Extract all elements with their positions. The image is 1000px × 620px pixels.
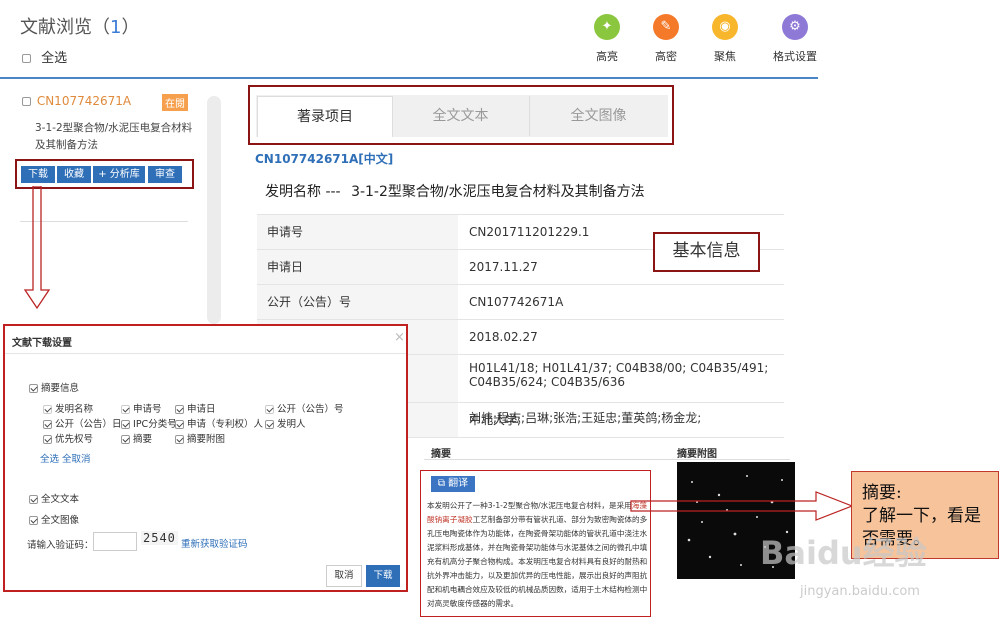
dialog-title: 文献下载设置: [12, 338, 72, 349]
table-row: 公开（公告）号 CN107742671A: [257, 285, 784, 320]
basic-info-note: 基本信息: [653, 232, 760, 272]
result-checkbox[interactable]: [22, 97, 31, 106]
abstract-text: 本发明公开了一种3-1-2型聚合物/水泥压电复合材料，是采用海藻酸钠离子凝胶工艺…: [427, 501, 648, 608]
cancel-button[interactable]: 取消: [326, 565, 362, 587]
deselect-all-link[interactable]: 全取消: [62, 451, 91, 465]
edit-icon: ✎: [653, 14, 679, 40]
status-badge: 在閱: [162, 94, 188, 111]
divider: [424, 459, 790, 460]
divider: [5, 353, 406, 354]
dialog-download-button[interactable]: 下载: [366, 565, 400, 587]
watermark-brand: Baidu经验: [760, 534, 927, 572]
review-button[interactable]: 审查: [148, 166, 182, 183]
add-analysis-button[interactable]: + 分析库: [93, 166, 145, 183]
option-application-date[interactable]: 申请日: [175, 401, 216, 415]
dense-tool[interactable]: ✎ 高密: [636, 14, 696, 64]
invention-title: 发明名称 --- 3-1-2型聚合物/水泥压电复合材料及其制备方法: [265, 184, 645, 200]
focus-tool[interactable]: ◉ 聚焦: [695, 14, 755, 64]
option-invention-name[interactable]: 发明名称: [43, 401, 93, 415]
captcha-input[interactable]: [93, 532, 137, 551]
page-title: 文献浏览（1）: [20, 17, 140, 38]
document-id: CN107742671A[中文]: [255, 152, 394, 166]
download-settings-dialog: 文献下载设置 × 摘要信息 发明名称 申请号 申请日 公开（公告）号 公开（公告…: [3, 324, 408, 592]
captcha-image: 2540: [141, 531, 178, 545]
close-icon[interactable]: ×: [394, 330, 405, 345]
result-number-link[interactable]: CN107742671A: [37, 94, 131, 108]
translate-icon: ⧉: [437, 478, 445, 489]
fulltext-option[interactable]: 全文文本: [29, 491, 79, 505]
option-abstract-figure[interactable]: 摘要附图: [175, 431, 225, 445]
abstract-heading: 摘要: [431, 449, 451, 460]
translate-button[interactable]: ⧉ 翻译: [431, 476, 475, 492]
select-all-toggle[interactable]: 全选: [22, 47, 67, 66]
option-inventor[interactable]: 发明人: [265, 416, 306, 430]
top-header: 文献浏览（1） 全选 ✦ 高亮 ✎ 高密 ◉ 聚焦 ⚙ 格式设置: [0, 0, 818, 79]
favorite-button[interactable]: 收藏: [57, 166, 91, 183]
select-all-link[interactable]: 全选: [40, 451, 59, 465]
download-button[interactable]: 下载: [21, 166, 55, 183]
format-settings-tool[interactable]: ⚙ 格式设置: [765, 14, 825, 64]
option-publication-date[interactable]: 公开（公告）日: [43, 416, 122, 430]
result-count: 1: [110, 17, 122, 38]
option-ipc[interactable]: IPC分类号: [121, 416, 177, 430]
result-title: 3-1-2型聚合物/水泥压电复合材料及其制备方法: [35, 122, 193, 151]
option-abstract[interactable]: 摘要: [121, 431, 152, 445]
gear-icon: ⚙: [782, 14, 808, 40]
list-scrollbar[interactable]: [207, 96, 221, 324]
refresh-captcha-link[interactable]: 重新获取验证码: [181, 536, 248, 550]
abstract-info-option[interactable]: 摘要信息: [29, 380, 79, 394]
bulb-icon: ✦: [594, 14, 620, 40]
highlight-tool[interactable]: ✦ 高亮: [577, 14, 637, 64]
select-all-checkbox[interactable]: [22, 54, 31, 63]
captcha-label: 请输入验证码：: [27, 540, 94, 551]
option-application-no[interactable]: 申请号: [121, 401, 162, 415]
right-arrow-annotation: [630, 491, 854, 521]
highlight-frame-tabs: [248, 85, 674, 145]
watermark-url: jingyan.baidu.com: [800, 584, 920, 599]
eye-icon: ◉: [712, 14, 738, 40]
result-item[interactable]: CN107742671A: [22, 94, 131, 108]
option-applicant[interactable]: 申请（专利权）人: [175, 416, 263, 430]
abstract-figure-heading: 摘要附图: [677, 449, 717, 460]
inventors: 刘炜;程志;吕琳;张浩;王延忠;董英鸽;杨金龙;: [469, 411, 702, 425]
option-priority[interactable]: 优先权号: [43, 431, 93, 445]
option-publication-no[interactable]: 公开（公告）号: [265, 401, 344, 415]
fullimage-option[interactable]: 全文图像: [29, 512, 79, 526]
down-arrow-annotation: [23, 186, 51, 310]
abstract-box: ⧉ 翻译 本发明公开了一种3-1-2型聚合物/水泥压电复合材料，是采用海藻酸钠离…: [420, 470, 651, 617]
